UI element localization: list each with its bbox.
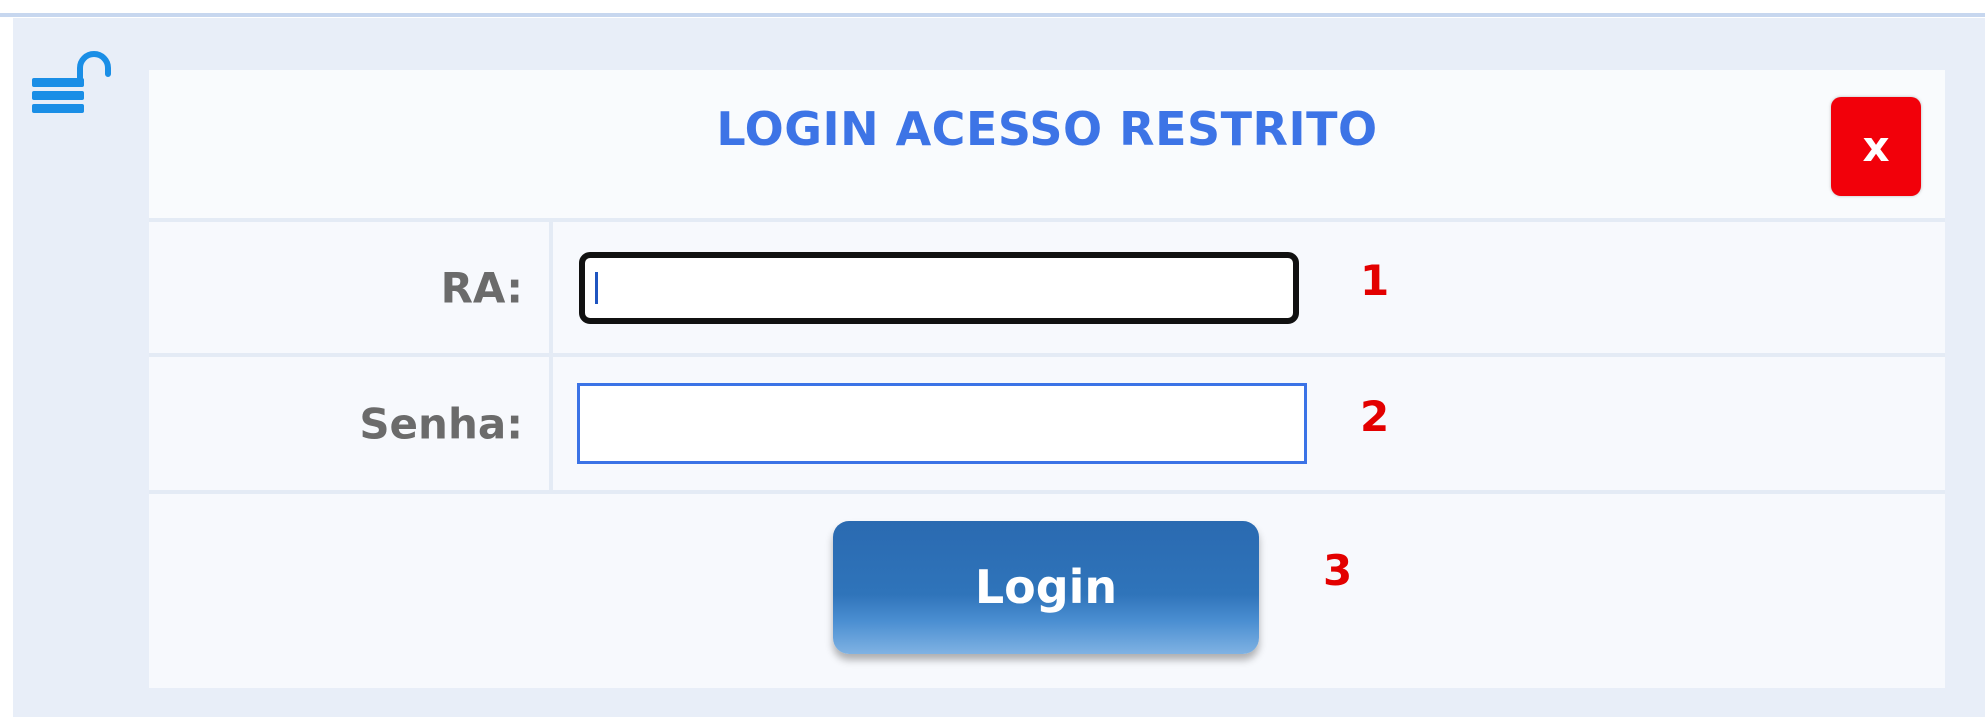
senha-row: Senha: 2 <box>149 357 1945 494</box>
ra-label-cell: RA: <box>149 222 553 353</box>
unlocked-padlock-icon <box>32 51 111 113</box>
ra-input[interactable] <box>579 252 1299 324</box>
annotation-step-2: 2 <box>1360 392 1390 441</box>
senha-label-cell: Senha: <box>149 357 553 490</box>
login-panel: LOGIN ACESSO RESTRITO x RA: 1 Senha: 2 L… <box>149 70 1945 688</box>
top-divider <box>0 13 1985 17</box>
dialog-header: LOGIN ACESSO RESTRITO x <box>149 70 1945 222</box>
text-caret <box>595 272 598 304</box>
annotation-step-1: 1 <box>1360 256 1390 305</box>
senha-label: Senha: <box>359 399 523 448</box>
senha-input[interactable] <box>577 383 1307 464</box>
close-button[interactable]: x <box>1831 97 1921 196</box>
login-button-row: Login 3 <box>149 494 1945 688</box>
login-button[interactable]: Login <box>833 521 1259 654</box>
ra-row: RA: 1 <box>149 222 1945 357</box>
annotation-step-3: 3 <box>1323 546 1353 595</box>
ra-label: RA: <box>440 263 523 312</box>
dialog-title: LOGIN ACESSO RESTRITO <box>716 102 1378 156</box>
top-whitespace <box>0 0 1985 13</box>
